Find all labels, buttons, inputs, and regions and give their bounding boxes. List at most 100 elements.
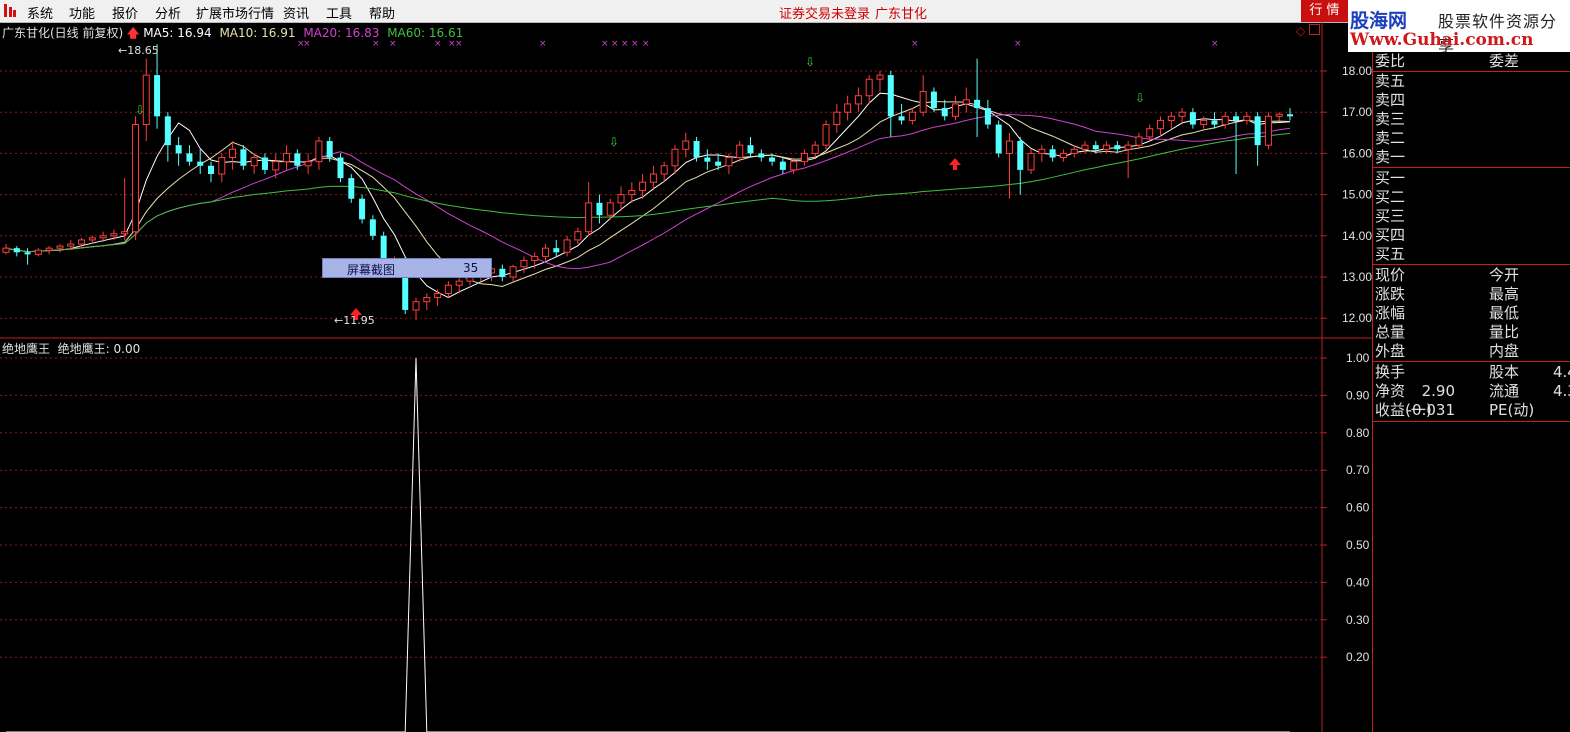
price-tick-label: 17.00 [1342, 105, 1372, 119]
signal-x-marker: × [631, 39, 639, 49]
candle-body [833, 111, 841, 126]
candle-body [1081, 144, 1089, 150]
signal-x-marker: × [1014, 39, 1022, 49]
signal-x-marker: × [642, 39, 650, 49]
candle-body [649, 173, 657, 183]
sell-label: 卖一 [1375, 148, 1406, 166]
indicator-name: 绝地鹰王 [2, 342, 51, 356]
candle-body [261, 157, 268, 170]
candle-body [1233, 116, 1240, 121]
menu-info[interactable]: 资讯 [283, 3, 309, 22]
candle-body [930, 91, 937, 109]
stat-label: 总量 [1375, 323, 1406, 341]
signal-markers: ×× × × × × × × × × × × × × × ×⇩⇩⇩⇩ [135, 39, 1219, 320]
guhai-banner[interactable]: 股海网 股票软件资源分享 Www.Guhai.com.cn [1348, 0, 1570, 55]
fund-label: 股本 [1489, 363, 1520, 381]
buy-label: 买五 [1375, 245, 1406, 263]
candle-body [628, 189, 636, 196]
candle-body [531, 255, 539, 262]
candle-body [715, 161, 722, 166]
indicator-tick-label: 0.20 [1346, 650, 1370, 664]
buy-level-3: 买三 [1375, 207, 1405, 226]
menu-help[interactable]: 帮助 [369, 3, 395, 22]
candle-body [1049, 149, 1056, 158]
candle-body [99, 235, 107, 239]
stat-label: 今开 [1489, 266, 1520, 284]
kline-chart[interactable]: ×× × × × × × × × × × × × × × ×⇩⇩⇩⇩ 18.0017.0016.0015.0… [0, 22, 1372, 732]
candle-body [1254, 116, 1261, 146]
menu-bar: 系统 功能 报价 分析 扩展市场行情 资讯 工具 帮助 证券交易未登录 广东甘化… [0, 0, 1570, 23]
candle-body [941, 108, 948, 117]
menu-analysis[interactable]: 分析 [155, 3, 181, 22]
menu-function[interactable]: 功能 [69, 3, 95, 22]
quote-panel: 委比 委差 卖五 卖四 卖三 卖二 卖一 买一 买二 买三 买四 买五 现价 今开 涨跌 最高 涨幅 最低… [1372, 52, 1570, 732]
sell-level-3: 卖三 [1375, 110, 1405, 129]
ma5-line [5, 92, 1291, 299]
candle-body [164, 116, 171, 146]
candlestick-series [2, 44, 1293, 321]
sell-signal-down-arrow-icon: ⇩ [609, 135, 619, 149]
candle-body [736, 144, 744, 159]
banner-url: Www.Guhai.com.cn [1350, 30, 1534, 50]
candle-body [682, 140, 690, 150]
candle-body [186, 153, 193, 162]
chart-legend: 广东甘化(日线 前复权) 🡅 MA5: 16.94 MA10: 16.91 MA… [2, 24, 463, 45]
quote-button[interactable]: 行 情 [1301, 0, 1348, 22]
candle-body [606, 202, 614, 216]
price-tick-label: 15.00 [1342, 188, 1372, 202]
candle-body [887, 75, 894, 117]
candle-body [142, 74, 150, 126]
sell-level-2: 卖二 [1375, 129, 1405, 148]
buy-label: 买四 [1375, 226, 1406, 244]
candle-body [1200, 119, 1208, 126]
candle-body [822, 124, 830, 146]
candle-body [121, 231, 129, 235]
candle-body [348, 178, 355, 199]
diamond-icon[interactable]: ◇ [1296, 24, 1305, 38]
signal-x-marker: × [911, 39, 919, 49]
sell-signal-down-arrow-icon: ⇩ [1135, 91, 1145, 105]
signal-x-marker: × [601, 39, 609, 49]
candle-body [272, 161, 280, 171]
candle-body [1221, 115, 1229, 126]
stat-row: 总量 量比 [1375, 323, 1570, 342]
candle-body [758, 153, 765, 158]
window-square-icon[interactable] [1309, 24, 1320, 35]
buy-level-2: 买二 [1375, 188, 1405, 207]
login-status[interactable]: 证券交易未登录 [779, 3, 870, 22]
candle-body [769, 157, 776, 162]
candle-body [283, 152, 291, 163]
candle-body [585, 202, 593, 233]
menu-system[interactable]: 系统 [27, 3, 53, 22]
fundamental-row: 换手 股本 4.4 [1375, 363, 1570, 382]
candle-body [1059, 152, 1067, 159]
candle-body [78, 239, 86, 245]
ma20-label: MA20: 16.83 [303, 26, 380, 40]
candle-body [908, 111, 916, 121]
ma5-label: MA5: 16.94 [143, 26, 212, 40]
candle-body [24, 252, 31, 255]
menu-extended-market[interactable]: 扩展市场行情 [196, 3, 274, 22]
sell-signal-down-arrow-icon: ⇩ [805, 55, 815, 69]
candle-body [110, 233, 118, 237]
menu-quote[interactable]: 报价 [112, 3, 138, 22]
candle-body [337, 157, 344, 179]
stat-row: 外盘 内盘 [1375, 342, 1570, 361]
candle-body [208, 165, 215, 174]
candle-body [596, 202, 603, 216]
candle-body [639, 181, 647, 191]
order-diff-label: 委差 [1489, 52, 1520, 70]
sell-label: 卖五 [1375, 72, 1406, 90]
stat-label: 最低 [1489, 304, 1520, 322]
candle-body [898, 116, 905, 121]
candle-body [197, 161, 204, 166]
sell-level-1: 卖一 [1375, 148, 1405, 167]
candle-body [175, 145, 182, 154]
screenshot-tooltip[interactable]: 屏幕截图 35 [322, 258, 492, 278]
buy-label: 买一 [1375, 169, 1406, 187]
menu-tools[interactable]: 工具 [326, 3, 352, 22]
indicator-tick-label: 0.70 [1346, 463, 1370, 477]
candle-body [1146, 128, 1154, 138]
candle-body [229, 148, 237, 159]
candle-body [326, 141, 333, 158]
